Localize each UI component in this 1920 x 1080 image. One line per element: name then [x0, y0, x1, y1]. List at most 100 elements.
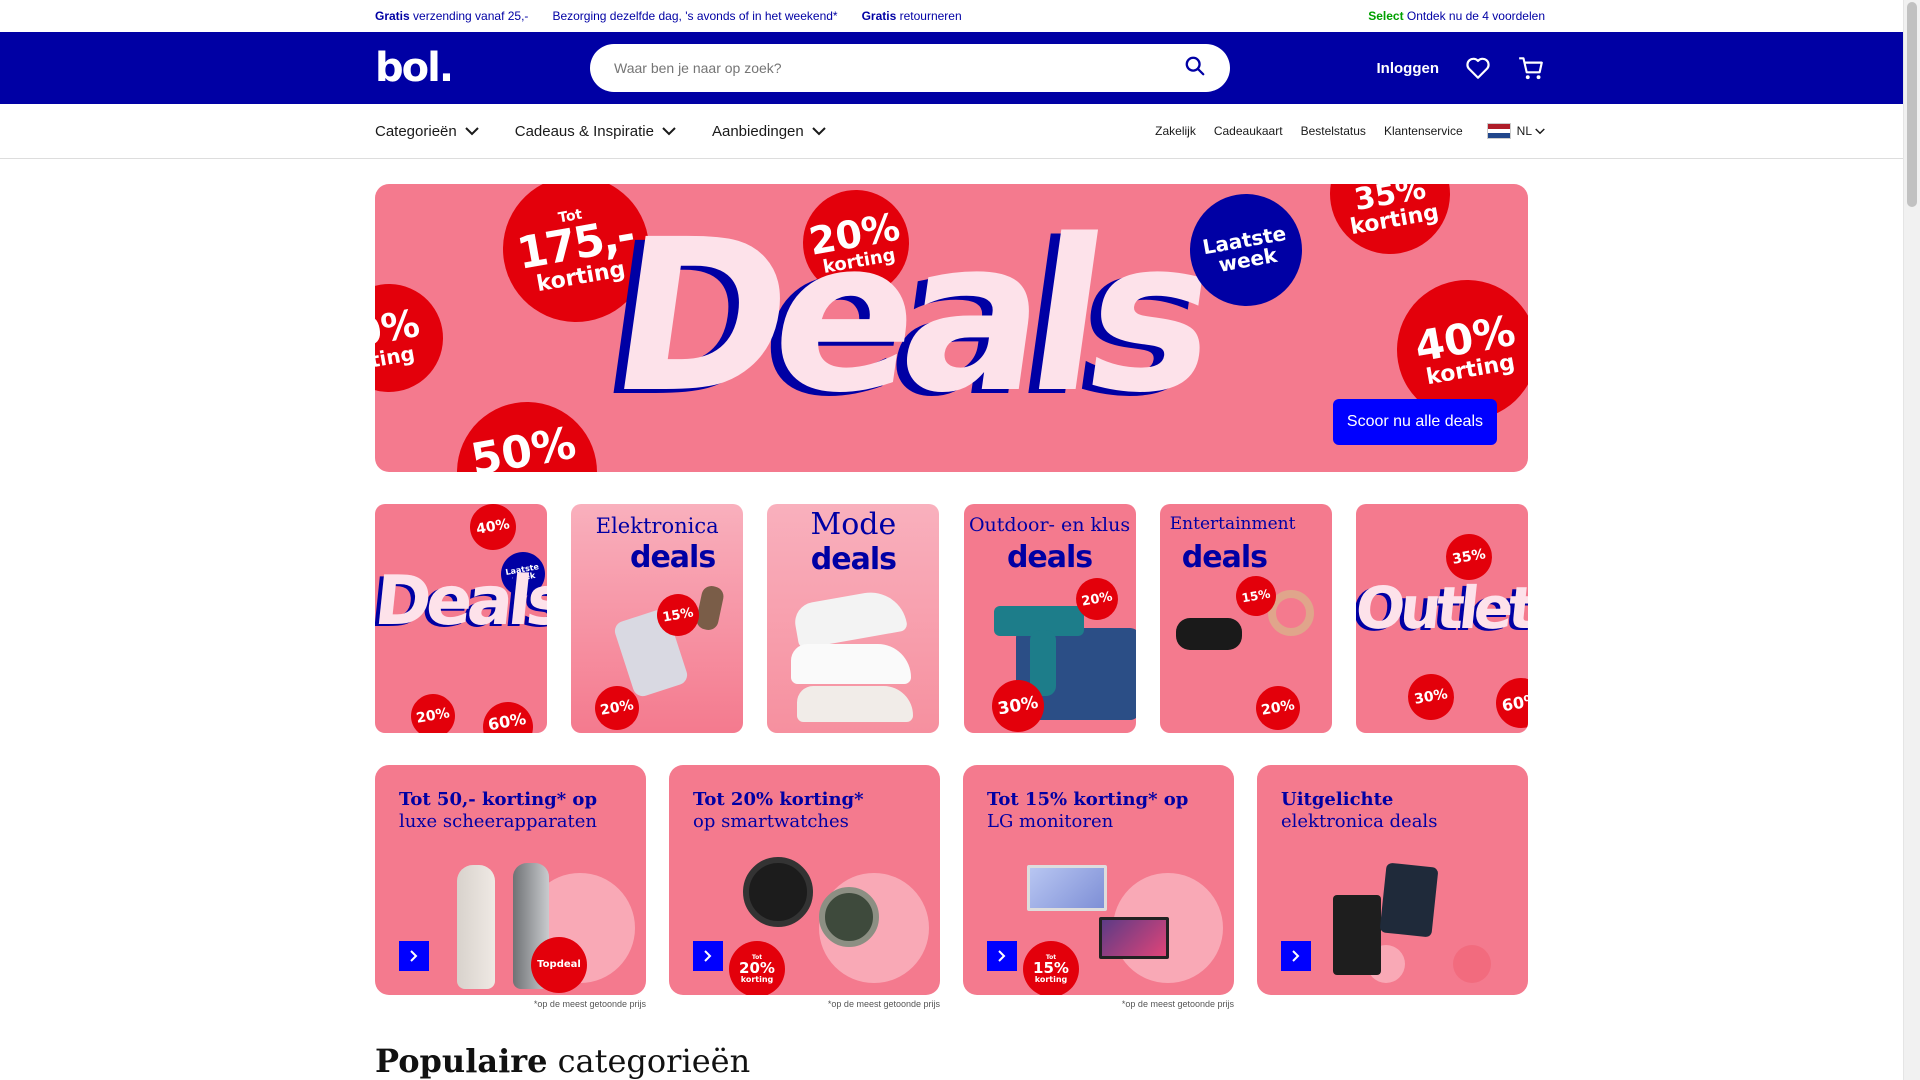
search-bar: [590, 44, 1230, 92]
badge-50-korting: 50%: [445, 390, 609, 472]
promo-title-sub: LG monitoren: [987, 811, 1114, 832]
tile-outlet[interactable]: 35% Outlet 30% 60%: [1355, 504, 1528, 733]
bol-logo[interactable]: bol.: [375, 45, 590, 91]
link-klantenservice[interactable]: Klantenservice: [1384, 124, 1463, 138]
usp-delivery[interactable]: Bezorging dezelfde dag, 's avonds of in …: [552, 9, 837, 23]
controller-image: [1175, 618, 1242, 650]
usp-bold: Gratis: [861, 9, 897, 23]
nav-label: Categorieën: [375, 122, 457, 140]
badge-value: 20%: [1259, 697, 1296, 719]
promo-arrow-button[interactable]: [987, 941, 1017, 971]
heading-rest: categorieën: [547, 1042, 751, 1080]
search-icon[interactable]: [1184, 55, 1206, 82]
promo-card-wrapper: Uitgelichte elektronica deals: [1257, 765, 1528, 1009]
promo-arrow-button[interactable]: [399, 941, 429, 971]
nl-flag-icon: [1486, 123, 1511, 139]
tile-elektronica[interactable]: Elektronica deals 15% 20%: [571, 504, 744, 733]
main-nav: Categorieën Cadeaus & Inspiratie Aanbied…: [0, 104, 1920, 159]
promo-title-bold: Uitgelichte: [1281, 789, 1394, 810]
tile-badge: 20%: [407, 690, 459, 733]
badge-value: 15%: [1033, 958, 1069, 977]
nav-gifts[interactable]: Cadeaus & Inspiratie: [515, 123, 676, 140]
service-links: Zakelijk Cadeaukaart Bestelstatus Klante…: [1155, 123, 1545, 139]
sneakers-image: [791, 644, 912, 684]
tile-mode[interactable]: Mode deals: [767, 504, 940, 733]
promo-title-sub: op smartwatches: [693, 811, 849, 832]
usp-free-shipping[interactable]: Gratis verzending vanaf 25,-: [375, 9, 528, 23]
heart-icon[interactable]: [1465, 56, 1491, 80]
tile-title: Entertainment: [1169, 514, 1296, 534]
promo-card-wrapper: Tot 50,- korting* op luxe scheerapparaten…: [375, 765, 646, 1009]
promo-arrow-button[interactable]: [1281, 941, 1311, 971]
tile-title: Outdoor- en klus: [968, 514, 1131, 536]
tile-title: Mode: [810, 507, 897, 542]
promo-card-wrapper: Tot 15% korting* op LG monitoren Tot 15% ko…: [963, 765, 1234, 1009]
tile-title: Elektronica: [595, 514, 719, 538]
badge-suffix: korting: [740, 974, 774, 984]
promo-title: Tot 50,- korting* op luxe scheerapparaten: [399, 789, 626, 833]
promo-arrow-button[interactable]: [693, 941, 723, 971]
login-link[interactable]: Inloggen: [1377, 60, 1440, 77]
price-footnote: *op de meest getoonde prijs: [533, 999, 646, 1009]
badge-value: 15%: [1240, 586, 1272, 606]
tile-badge: 40%: [466, 504, 520, 554]
price-footnote: *op de meest getoonde prijs: [1121, 999, 1234, 1009]
tile-badge: 30%: [1404, 670, 1458, 724]
tile-mega-text: Outlet: [1355, 574, 1528, 642]
promo-title-sub: luxe scheerapparaten: [399, 811, 598, 832]
link-bestelstatus[interactable]: Bestelstatus: [1301, 124, 1366, 138]
promo-smartwatches[interactable]: Tot 20% korting* op smartwatches Tot 20% ko…: [669, 765, 940, 995]
badge-suffix: ting: [375, 340, 417, 373]
scrollbar-thumb[interactable]: [1907, 2, 1917, 207]
promo-lg-monitors[interactable]: Tot 15% korting* op LG monitoren Tot 15% ko…: [963, 765, 1234, 995]
popular-categories-heading: Populaire categorieën: [375, 1042, 750, 1080]
cart-icon[interactable]: [1517, 55, 1545, 81]
badge-value: 20%: [739, 958, 775, 977]
tile-outdoor-klus[interactable]: Outdoor- en klus deals 20% 30%: [963, 504, 1136, 733]
monitor-image: [1027, 865, 1107, 911]
promo-title-bold: Tot 15% korting* op: [987, 789, 1189, 810]
page-scrollbar[interactable]: [1903, 0, 1920, 1080]
tile-subtitle: deals: [629, 540, 716, 575]
tile-deals[interactable]: 40% Laatste week Deals 20% 60%: [375, 504, 547, 733]
promo-electronics[interactable]: Uitgelichte elektronica deals: [1257, 765, 1528, 995]
badge-35-korting: 35% korting: [1320, 184, 1460, 264]
chevron-down-icon: [662, 126, 676, 135]
promo-card-wrapper: Tot 20% korting* op smartwatches Tot 20% ko…: [669, 765, 940, 1009]
usp-bold: Gratis: [375, 9, 410, 23]
promo-cards: Tot 50,- korting* op luxe scheerapparaten…: [375, 765, 1528, 1009]
chevron-right-icon: [998, 950, 1006, 962]
badge-suffix: korting: [1034, 974, 1068, 984]
promo-title-bold: Tot 50,- korting* op: [399, 789, 598, 810]
shaver-image: [457, 865, 495, 989]
select-label: Select: [1368, 9, 1404, 23]
header-actions: Inloggen: [1377, 55, 1546, 81]
language-selector[interactable]: NL: [1486, 123, 1545, 139]
usp-list: Gratis verzending vanaf 25,- Bezorging d…: [375, 9, 962, 23]
nav-offers[interactable]: Aanbiedingen: [712, 123, 826, 140]
chevron-right-icon: [704, 950, 712, 962]
link-zakelijk[interactable]: Zakelijk: [1155, 124, 1196, 138]
promo-title: Uitgelichte elektronica deals: [1281, 789, 1508, 833]
usp-free-returns[interactable]: Gratis retourneren: [862, 9, 962, 23]
sneakers-image: [797, 686, 914, 722]
category-menu: Categorieën Cadeaus & Inspiratie Aanbied…: [375, 123, 826, 140]
discount-badge: Tot 20% korting: [729, 941, 785, 995]
badge-value: 20%: [1079, 588, 1114, 610]
deals-hero-banner[interactable]: Tot 175,- korting 0% ting 50% 20% kortin…: [375, 184, 1528, 472]
deals-headline: Deals: [597, 194, 1218, 439]
select-promo[interactable]: Select Ontdek nu de 4 voordelen: [1368, 9, 1545, 23]
tile-entertainment[interactable]: Entertainment deals 15% 20%: [1159, 504, 1332, 733]
badge-value: 35%: [1451, 546, 1487, 568]
usp-text: retourneren: [896, 9, 962, 23]
badge-value: 30%: [995, 692, 1040, 719]
nav-categories[interactable]: Categorieën: [375, 123, 479, 140]
main-header: bol. Inloggen: [0, 32, 1920, 104]
search-input[interactable]: [614, 60, 1154, 76]
scoor-deals-button[interactable]: Scoor nu alle deals: [1332, 399, 1497, 445]
badge-value: 50%: [467, 417, 580, 472]
promo-title-sub: elektronica deals: [1281, 811, 1438, 832]
tile-badge: 20%: [1252, 682, 1304, 733]
link-cadeaukaart[interactable]: Cadeaukaart: [1214, 124, 1283, 138]
promo-shavers[interactable]: Tot 50,- korting* op luxe scheerapparaten…: [375, 765, 646, 995]
